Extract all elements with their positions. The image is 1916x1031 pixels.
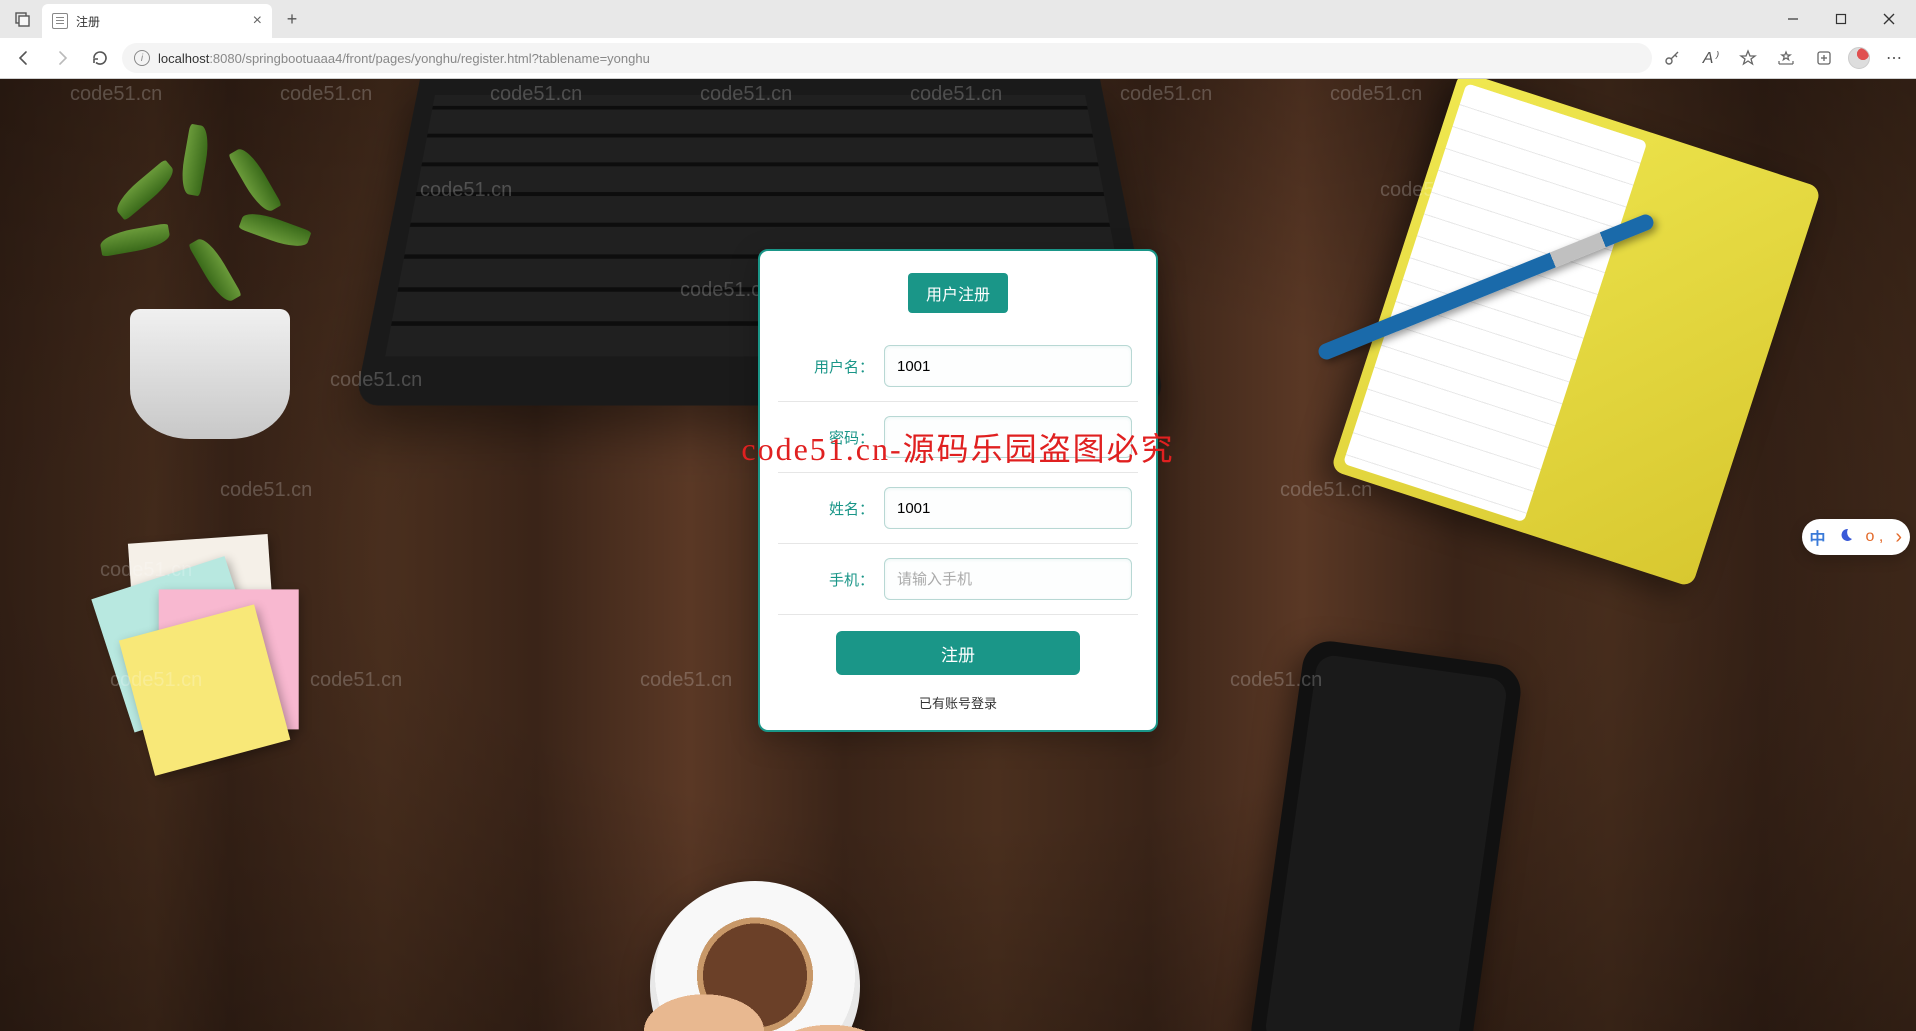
url-text: localhost:8080/springbootuaaa4/front/pag… — [158, 51, 650, 66]
moon-icon[interactable] — [1838, 527, 1854, 548]
minimize-button[interactable] — [1770, 3, 1816, 35]
profile-icon[interactable] — [1848, 47, 1870, 69]
label-password: 密码： — [784, 427, 874, 448]
bg-plant — [90, 139, 340, 439]
ime-widget[interactable]: 中 o , › — [1802, 519, 1910, 555]
comma-icon[interactable]: o , — [1866, 528, 1884, 546]
label-name: 姓名： — [784, 498, 874, 519]
login-link[interactable]: 已有账号登录 — [778, 683, 1138, 712]
favorite-icon[interactable] — [1734, 44, 1762, 72]
page-viewport: code51.cn code51.cn code51.cn code51.cn … — [0, 79, 1916, 1031]
tab-close-icon[interactable]: × — [253, 12, 262, 30]
tab-title: 注册 — [76, 13, 100, 30]
input-username[interactable] — [884, 345, 1132, 387]
page-icon — [52, 13, 68, 29]
url-field[interactable]: i localhost:8080/springbootuaaa4/front/p… — [122, 43, 1652, 73]
bg-coffee — [600, 831, 910, 1031]
tab-bar: 注册 × + — [0, 0, 1916, 38]
row-username: 用户名： — [778, 331, 1138, 402]
label-phone: 手机： — [784, 569, 874, 590]
site-info-icon[interactable]: i — [134, 50, 150, 66]
input-password[interactable] — [884, 416, 1132, 458]
form-title: 用户注册 — [908, 273, 1008, 313]
chevron-right-icon[interactable]: › — [1895, 526, 1902, 549]
input-name[interactable] — [884, 487, 1132, 529]
favorites-bar-icon[interactable] — [1772, 44, 1800, 72]
input-phone[interactable] — [884, 558, 1132, 600]
close-window-button[interactable] — [1866, 3, 1912, 35]
register-card: 用户注册 用户名： 密码： 姓名： 手机： 注册 已有账号登录 — [758, 249, 1158, 732]
more-icon[interactable]: ⋯ — [1880, 44, 1908, 72]
row-name: 姓名： — [778, 473, 1138, 544]
key-icon[interactable] — [1658, 44, 1686, 72]
maximize-button[interactable] — [1818, 3, 1864, 35]
browser-tab[interactable]: 注册 × — [42, 4, 272, 38]
ime-lang[interactable]: 中 — [1810, 525, 1826, 549]
row-password: 密码： — [778, 402, 1138, 473]
refresh-button[interactable] — [84, 42, 116, 74]
register-button[interactable]: 注册 — [836, 631, 1080, 675]
address-bar: i localhost:8080/springbootuaaa4/front/p… — [0, 38, 1916, 78]
new-tab-button[interactable]: + — [278, 5, 306, 33]
bg-sticky-notes — [80, 519, 329, 768]
collections-icon[interactable] — [1810, 44, 1838, 72]
back-button[interactable] — [8, 42, 40, 74]
window-controls — [1770, 3, 1912, 35]
row-phone: 手机： — [778, 544, 1138, 615]
forward-button[interactable] — [46, 42, 78, 74]
read-aloud-icon[interactable]: A⁾ — [1696, 44, 1724, 72]
browser-chrome: 注册 × + i localhost:808 — [0, 0, 1916, 79]
label-username: 用户名： — [784, 356, 874, 377]
tab-overview-icon[interactable] — [10, 6, 36, 32]
